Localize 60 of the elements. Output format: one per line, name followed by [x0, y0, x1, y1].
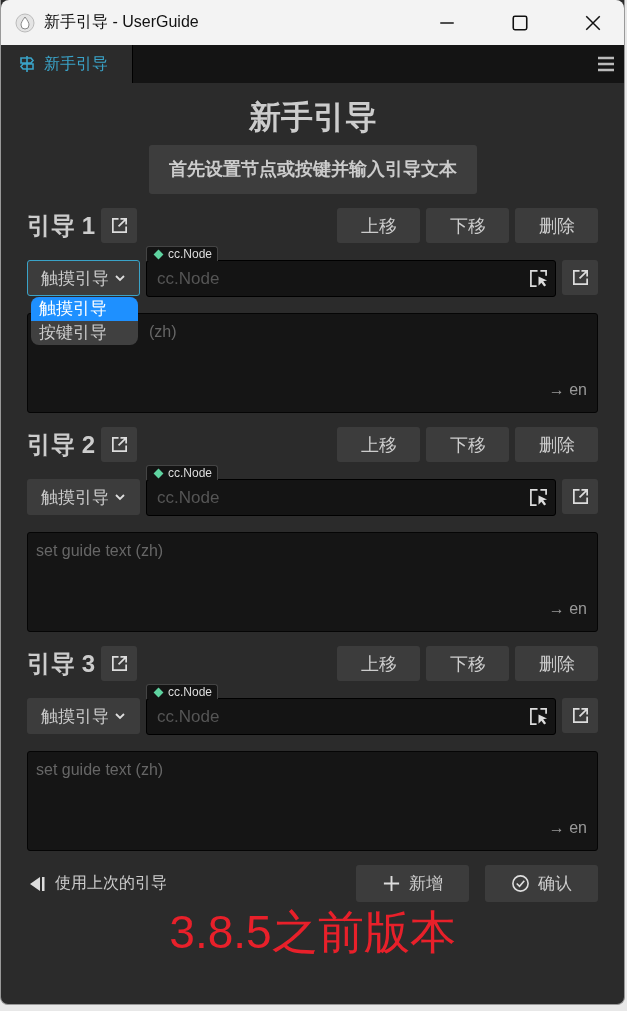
- edit-icon: [570, 268, 590, 287]
- action-button[interactable]: 删除: [515, 427, 598, 462]
- check-circle-icon: [511, 874, 530, 893]
- guide-title: 引导 2: [27, 429, 95, 460]
- plus-icon: [382, 874, 401, 893]
- action-button[interactable]: 下移: [426, 646, 509, 681]
- edit-button[interactable]: [562, 479, 598, 514]
- hint-tooltip: 首先设置节点或按键并输入引导文本: [148, 145, 477, 194]
- edit-icon: [109, 435, 129, 454]
- dropdown-option[interactable]: 按键引导: [31, 321, 138, 345]
- edit-button[interactable]: [562, 260, 598, 295]
- version-annotation: 3.8.5之前版本: [169, 905, 456, 960]
- translate-label[interactable]: → en: [548, 381, 587, 399]
- cursor-icon[interactable]: [529, 488, 548, 507]
- text-placeholder: (zh): [149, 323, 177, 341]
- close-icon[interactable]: [584, 13, 602, 32]
- edit-button[interactable]: [562, 698, 598, 733]
- edit-button[interactable]: [101, 208, 137, 243]
- maximize-icon[interactable]: [511, 13, 529, 32]
- guide-text-field[interactable]: set guide text (zh) → en: [27, 751, 598, 851]
- action-button[interactable]: 上移: [337, 208, 420, 243]
- mode-dropdown[interactable]: 触摸引导: [27, 698, 140, 734]
- edit-button[interactable]: [101, 646, 137, 681]
- action-button[interactable]: 删除: [515, 208, 598, 243]
- cursor-icon[interactable]: [529, 269, 548, 288]
- caret-icon: [114, 272, 126, 284]
- mode-dropdown[interactable]: 触摸引导: [27, 479, 140, 515]
- guide-text-field[interactable]: set guide text (zh) → en: [27, 532, 598, 632]
- action-button[interactable]: 上移: [337, 427, 420, 462]
- mode-dropdown[interactable]: 触摸引导: [27, 260, 140, 296]
- action-button[interactable]: 下移: [426, 427, 509, 462]
- action-button[interactable]: 下移: [426, 208, 509, 243]
- caret-icon: [114, 491, 126, 503]
- caret-icon: [114, 710, 126, 722]
- node-field[interactable]: cc.Node: [146, 479, 556, 516]
- guide-title: 引导 1: [27, 210, 95, 241]
- edit-icon: [570, 487, 590, 506]
- confirm-button[interactable]: 确认: [485, 865, 598, 902]
- signpost-icon: [17, 54, 37, 74]
- panel-tab[interactable]: 新手引导: [1, 45, 133, 83]
- add-button[interactable]: 新增: [356, 865, 469, 902]
- translate-label[interactable]: → en: [548, 600, 587, 618]
- translate-label[interactable]: → en: [548, 819, 587, 837]
- menu-icon[interactable]: [596, 54, 616, 74]
- cursor-icon[interactable]: [529, 707, 548, 726]
- action-button[interactable]: 删除: [515, 646, 598, 681]
- page-heading: 新手引导: [248, 98, 377, 137]
- edit-icon: [109, 654, 129, 673]
- text-placeholder: set guide text (zh): [36, 542, 164, 560]
- node-field[interactable]: cc.Node: [146, 698, 556, 735]
- drop-icon: [15, 12, 35, 33]
- text-placeholder: set guide text (zh): [36, 761, 164, 779]
- window-title: 新手引导 - UserGuide: [44, 12, 199, 32]
- guide-title: 引导 3: [27, 648, 95, 679]
- edit-button[interactable]: [101, 427, 137, 462]
- use-last-link[interactable]: 使用上次的引导: [27, 873, 167, 894]
- node-field[interactable]: cc.Node: [146, 260, 556, 297]
- action-button[interactable]: 上移: [337, 646, 420, 681]
- edit-icon: [109, 216, 129, 235]
- edit-icon: [570, 706, 590, 725]
